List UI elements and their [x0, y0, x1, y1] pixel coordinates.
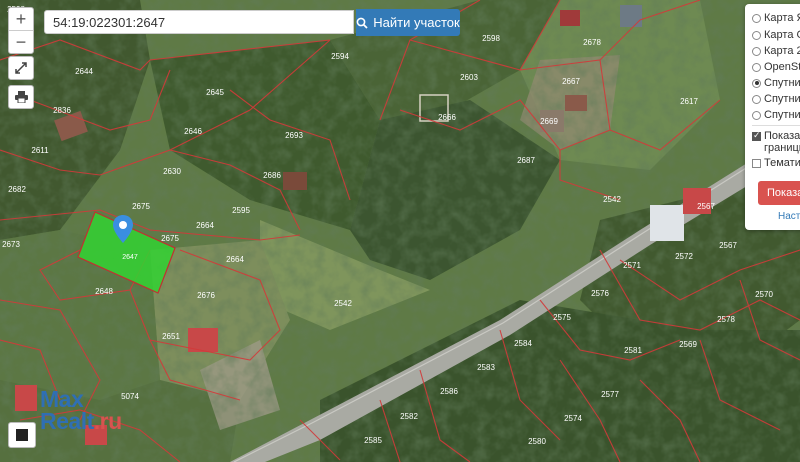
- layer-label: Карта Яндекс: [764, 12, 800, 24]
- layer-label: Спутник Google: [764, 93, 800, 105]
- layer-option-google-satellite[interactable]: Спутник Google: [752, 93, 800, 105]
- layer-option-yandex-map[interactable]: Карта Яндекс: [752, 12, 800, 24]
- maxrealt-watermark-logo: Max Realt.ru: [40, 386, 122, 434]
- thematic-label: Тематические: [764, 157, 800, 169]
- zoom-in-button[interactable]: +: [9, 8, 33, 30]
- printer-icon: [14, 91, 28, 103]
- layer-label: Спутник Bing: [764, 109, 800, 121]
- layer-option-bing-satellite[interactable]: Спутник Bing: [752, 109, 800, 121]
- layer-label: OpenStreetMap: [764, 61, 800, 73]
- search-icon: [356, 17, 368, 29]
- divider: [752, 125, 800, 126]
- layer-label: Спутник Яндекс: [764, 77, 800, 89]
- layer-option-osm[interactable]: OpenStreetMap: [752, 61, 800, 73]
- radio-icon: [752, 13, 761, 23]
- square-icon: [16, 429, 28, 441]
- radio-icon: [752, 94, 761, 104]
- search-input[interactable]: 54:19:022301:2647: [44, 10, 354, 34]
- layer-option-yandex-satellite[interactable]: Спутник Яндекс: [752, 77, 800, 89]
- find-parcel-label: Найти участок: [373, 15, 460, 30]
- show-button[interactable]: Показать: [758, 181, 800, 205]
- settings-link[interactable]: Настройки: [778, 211, 800, 222]
- thematic-layers-checkbox[interactable]: Тематические: [752, 157, 800, 169]
- map-legend-button[interactable]: [8, 422, 36, 448]
- layer-label: Карта Google: [764, 29, 800, 41]
- layer-option-google-map[interactable]: Карта Google: [752, 29, 800, 41]
- find-parcel-button[interactable]: Найти участок: [356, 9, 460, 36]
- expand-icon: [15, 62, 27, 74]
- fullscreen-button[interactable]: [8, 56, 34, 80]
- checkbox-checked-icon: [752, 130, 761, 141]
- radio-icon: [752, 62, 761, 72]
- layer-label: Карта 2ГИС: [764, 45, 800, 57]
- radio-icon: [752, 46, 761, 56]
- show-boundaries-label: Показатьграницы: [764, 130, 800, 154]
- layer-option-2gis-map[interactable]: Карта 2ГИС: [752, 45, 800, 57]
- radio-checked-icon: [752, 78, 761, 88]
- zoom-control: + −: [8, 7, 34, 54]
- radio-icon: [752, 110, 761, 120]
- print-button[interactable]: [8, 85, 34, 109]
- zoom-out-button[interactable]: −: [9, 30, 33, 53]
- layer-switcher-panel: Карта Яндекс Карта Google Карта 2ГИС Ope…: [745, 4, 800, 230]
- show-boundaries-checkbox[interactable]: Показатьграницы: [752, 130, 800, 154]
- location-pin-icon[interactable]: [112, 214, 134, 244]
- radio-icon: [752, 30, 761, 40]
- checkbox-icon: [752, 158, 761, 168]
